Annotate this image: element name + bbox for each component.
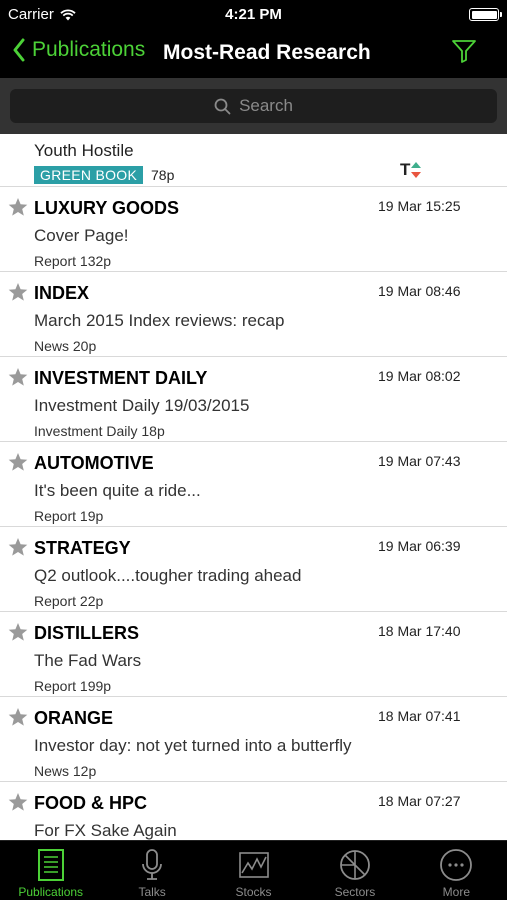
back-button[interactable]: Publications (12, 38, 145, 62)
status-time: 4:21 PM (225, 6, 282, 23)
stock-chart-icon (238, 852, 269, 878)
back-button-label: Publications (32, 38, 146, 61)
star-icon[interactable] (8, 537, 28, 557)
navigation-bar: Publications Most-Read Research (0, 30, 507, 78)
publications-icon (37, 849, 64, 881)
list-item[interactable]: DISTILLERS 18 Mar 17:40 The Fad Wars Report… (0, 612, 507, 697)
search-input[interactable]: Search (10, 89, 497, 123)
star-icon[interactable] (8, 622, 28, 642)
item-heading: INDEX (34, 283, 90, 303)
tab-label: More (442, 885, 470, 899)
item-summary: Investor day: not yet turned into a butt… (34, 736, 352, 755)
sort-marker: T (400, 160, 422, 180)
item-summary: Q2 outlook....tougher trading ahead (34, 566, 302, 585)
item-date: 19 Mar 07:43 (378, 453, 461, 469)
item-meta: Report 199p (34, 678, 112, 694)
list-item[interactable]: INVESTMENT DAILY 19 Mar 08:02 Investment D… (0, 357, 507, 442)
page-title: Most-Read Research (163, 41, 371, 64)
list-item[interactable]: STRATEGY 19 Mar 06:39 Q2 outlook....toughe… (0, 527, 507, 612)
star-icon[interactable] (8, 707, 28, 727)
search-placeholder: Search (239, 96, 293, 115)
tab-label: Sectors (334, 885, 376, 899)
filter-icon[interactable] (451, 38, 477, 64)
tab-bar: Publications Talks Stocks Sectors More (0, 840, 507, 900)
item-heading: AUTOMOTIVE (34, 453, 154, 473)
item-summary: March 2015 Index reviews: recap (34, 311, 285, 330)
item-pages: 78p (151, 167, 175, 183)
tab-publications[interactable]: Publications (0, 841, 101, 900)
tab-stocks[interactable]: Stocks (203, 841, 304, 900)
item-summary: Investment Daily 19/03/2015 (34, 396, 250, 415)
list-item[interactable]: LUXURY GOODS 19 Mar 15:25 Cover Page! Repor… (0, 187, 507, 272)
item-heading: STRATEGY (34, 538, 131, 558)
tab-talks[interactable]: Talks (101, 841, 202, 900)
item-meta: Report 19p (34, 508, 104, 524)
item-date: 18 Mar 07:27 (378, 793, 461, 809)
marker-letter: T (400, 160, 411, 179)
sectors-pie-icon (340, 850, 370, 880)
tab-sectors[interactable]: Sectors (304, 841, 405, 900)
tab-label: Stocks (235, 885, 272, 899)
item-meta: Report 132p (34, 253, 112, 269)
list-item[interactable]: ORANGE 18 Mar 07:41 Investor day: not yet … (0, 697, 507, 782)
microphone-icon (142, 849, 163, 880)
search-icon (214, 98, 231, 114)
item-meta: News 20p (34, 338, 97, 354)
search-bar-container: Search (0, 78, 507, 134)
item-summary: Cover Page! (34, 226, 129, 245)
item-meta: News 12p (34, 763, 97, 779)
more-icon (440, 849, 473, 881)
research-list[interactable]: Youth Hostile GREEN BOOK 78p T LUXURY GO… (0, 134, 507, 840)
battery-icon (469, 8, 502, 21)
list-item[interactable]: Youth Hostile GREEN BOOK 78p T (0, 134, 507, 187)
green-book-badge: GREEN BOOK (34, 166, 144, 184)
star-icon[interactable] (8, 367, 28, 387)
star-icon[interactable] (8, 282, 28, 302)
item-date: 18 Mar 17:40 (378, 623, 461, 639)
item-date: 18 Mar 07:41 (378, 708, 461, 724)
star-icon[interactable] (8, 197, 28, 217)
item-summary: The Fad Wars (34, 651, 142, 670)
item-heading: LUXURY GOODS (34, 198, 180, 218)
star-icon[interactable] (8, 792, 28, 812)
item-meta: Investment Daily 18p (34, 423, 165, 439)
item-heading: FOOD & HPC (34, 793, 148, 813)
item-heading: DISTILLERS (34, 623, 140, 643)
up-down-arrows-icon (411, 162, 422, 178)
item-summary: For FX Sake Again (34, 821, 177, 840)
item-date: 19 Mar 08:02 (378, 368, 461, 384)
item-date: 19 Mar 08:46 (378, 283, 461, 299)
item-summary: It's been quite a ride... (34, 481, 201, 500)
item-date: 19 Mar 15:25 (378, 198, 461, 214)
tab-label: Talks (138, 885, 166, 899)
list-item[interactable]: AUTOMOTIVE 19 Mar 07:43 It's been quite a … (0, 442, 507, 527)
tab-more[interactable]: More (406, 841, 507, 900)
item-meta: Report 22p (34, 593, 104, 609)
list-item[interactable]: INDEX 19 Mar 08:46 March 2015 Index review… (0, 272, 507, 357)
chevron-left-icon (13, 38, 25, 62)
list-item[interactable]: FOOD & HPC 18 Mar 07:27 For FX Sake Again (0, 782, 507, 840)
item-title: Youth Hostile (34, 141, 134, 160)
item-date: 19 Mar 06:39 (378, 538, 461, 554)
status-bar: Carrier 4:21 PM (0, 0, 507, 30)
tab-label: Publications (18, 885, 84, 899)
star-icon[interactable] (8, 452, 28, 472)
item-heading: INVESTMENT DAILY (34, 368, 208, 388)
item-heading: ORANGE (34, 708, 114, 728)
